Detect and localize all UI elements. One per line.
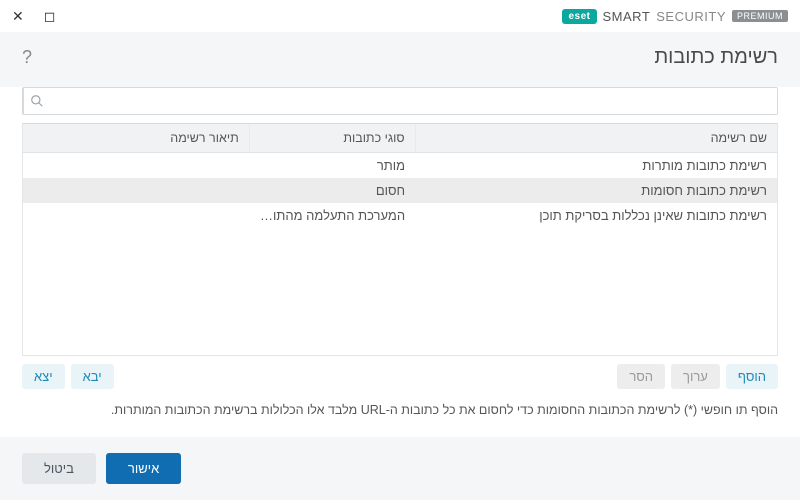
actions-right: יבא יצא: [22, 364, 114, 389]
col-header-name[interactable]: שם רשימה: [415, 124, 777, 153]
cell-types: המערכת התעלמה מהתוכ...: [249, 203, 415, 228]
page-title: רשימת כתובות: [654, 46, 778, 69]
actions-row: הוסף ערוך הסר יבא יצא: [22, 356, 778, 397]
import-button[interactable]: יבא: [71, 364, 114, 389]
edit-button: ערוך: [671, 364, 720, 389]
table-row[interactable]: רשימת כתובות שאינן נכללות בסריקת תוכןהמע…: [23, 203, 777, 228]
cell-desc: [23, 178, 249, 203]
brand: eset SMART SECURITY PREMIUM: [562, 9, 788, 24]
table-row[interactable]: רשימת כתובות מותרותמותר: [23, 153, 777, 179]
cell-name: רשימת כתובות חסומות: [415, 178, 777, 203]
table-row[interactable]: רשימת כתובות חסומותחסום: [23, 178, 777, 203]
ok-button[interactable]: אישור: [106, 453, 181, 484]
cell-name: רשימת כתובות שאינן נכללות בסריקת תוכן: [415, 203, 777, 228]
table-header-row: שם רשימה סוגי כתובות תיאור רשימה: [23, 124, 777, 153]
cell-types: חסום: [249, 178, 415, 203]
add-button[interactable]: הוסף: [726, 364, 778, 389]
help-icon[interactable]: ?: [22, 47, 32, 68]
brand-logo: eset: [562, 9, 596, 24]
remove-button: הסר: [617, 364, 665, 389]
cell-desc: [23, 153, 249, 179]
maximize-icon[interactable]: ◻: [44, 9, 56, 23]
cell-name: רשימת כתובות מותרות: [415, 153, 777, 179]
search-row: [22, 87, 778, 115]
brand-secondary-text: SECURITY: [656, 9, 726, 24]
content-area: שם רשימה סוגי כתובות תיאור רשימה רשימת כ…: [0, 87, 800, 397]
footer: אישור ביטול: [0, 437, 800, 500]
col-header-types[interactable]: סוגי כתובות: [249, 124, 415, 153]
cancel-button[interactable]: ביטול: [22, 453, 96, 484]
brand-badge: PREMIUM: [732, 10, 788, 22]
window-controls: ✕ ◻: [12, 9, 55, 23]
address-list-table: שם רשימה סוגי כתובות תיאור רשימה רשימת כ…: [22, 123, 778, 356]
cell-desc: [23, 203, 249, 228]
titlebar: ✕ ◻ eset SMART SECURITY PREMIUM: [0, 0, 800, 32]
export-button[interactable]: יצא: [22, 364, 65, 389]
search-input[interactable]: [49, 88, 777, 114]
col-header-desc[interactable]: תיאור רשימה: [23, 124, 249, 153]
hint-text: הוסף תו חופשי (*) לרשימת הכתובות החסומות…: [0, 397, 800, 417]
search-icon[interactable]: [23, 88, 49, 114]
brand-primary-text: SMART: [603, 9, 651, 24]
close-icon[interactable]: ✕: [12, 9, 24, 23]
cell-types: מותר: [249, 153, 415, 179]
page-header: רשימת כתובות ?: [0, 32, 800, 87]
actions-left: הוסף ערוך הסר: [617, 364, 778, 389]
